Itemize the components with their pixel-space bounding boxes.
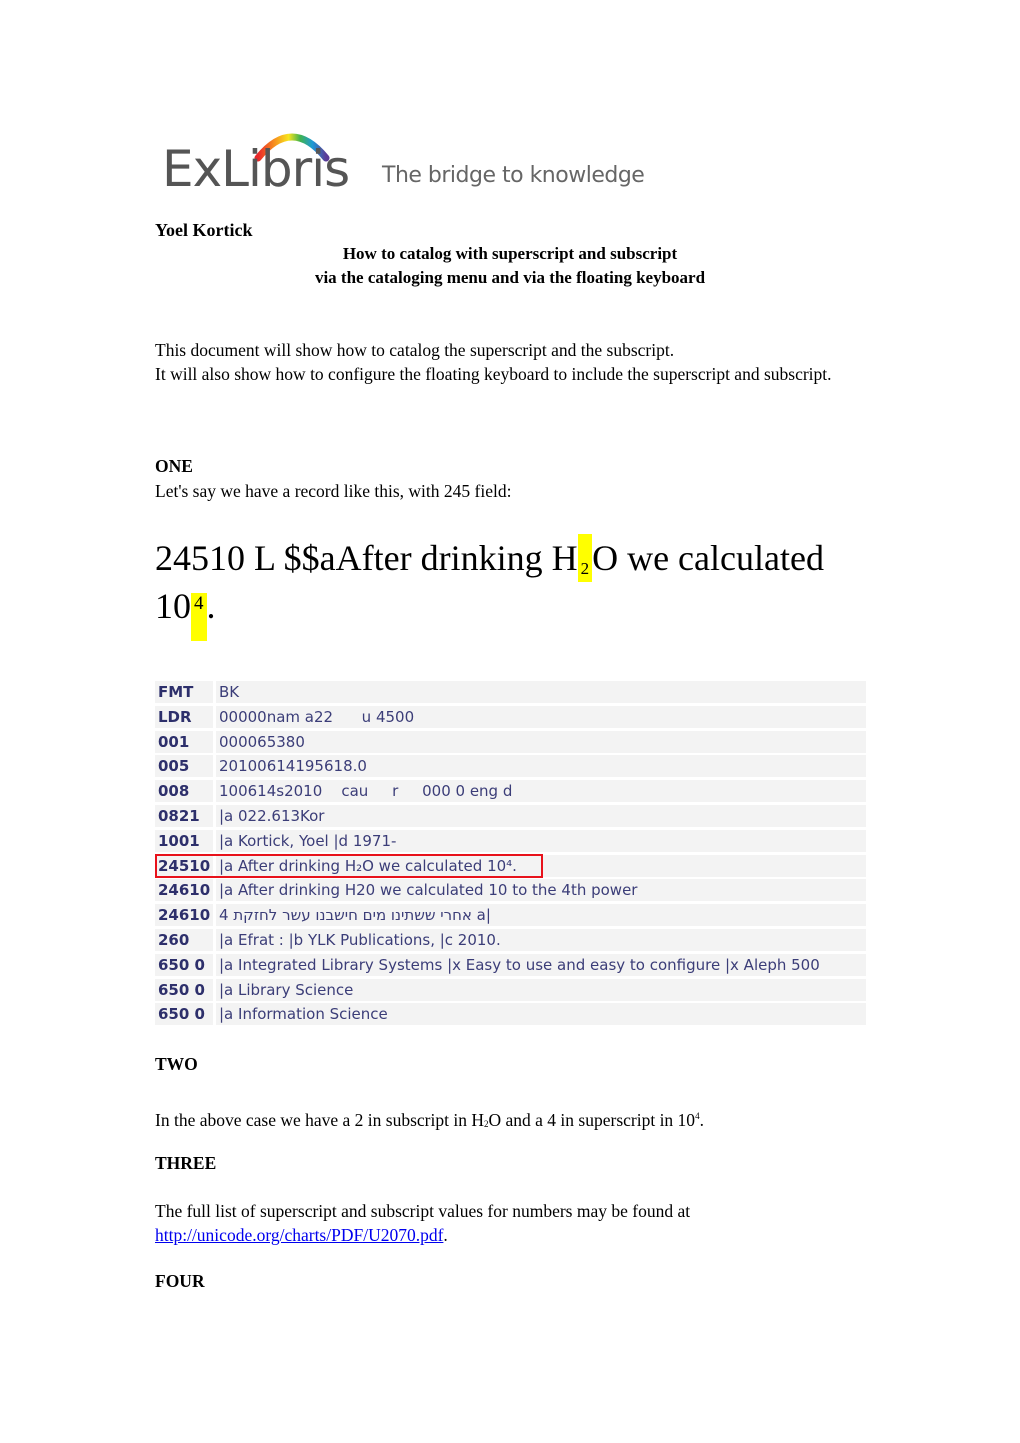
document-title-line1: How to catalog with superscript and subs… xyxy=(342,244,678,263)
logo-tagline: The bridge to knowledge xyxy=(382,163,645,188)
marc-field-row: 650 0 |a Information Science xyxy=(155,1003,866,1026)
intro-line2: It will also show how to configure the f… xyxy=(155,363,832,384)
marc-field-tag: 24610 xyxy=(155,879,213,902)
intro-line1: This document will show how to catalog t… xyxy=(155,340,675,360)
marc-field-value: |a Library Science xyxy=(216,978,866,1001)
unicode-chart-link[interactable]: http://unicode.org/charts/PDF/U2070.pdf xyxy=(155,1225,443,1245)
example-text-line2: 10 xyxy=(155,586,191,626)
section-two-text-part3: . xyxy=(699,1110,704,1130)
section-two-text: In the above case we have a 2 in subscri… xyxy=(155,1105,875,1137)
example-text-middle: O we calculated xyxy=(592,538,824,578)
heading-one: ONE xyxy=(155,456,193,476)
marc-field-row: 008 100614s2010 cau r 000 0 eng d xyxy=(155,780,866,803)
example-text-start: 24510 L $$aAfter drinking H xyxy=(155,538,578,578)
superscript-highlight: 4 xyxy=(191,593,207,641)
marc-field-row: 650 0 |a Integrated Library Systems |x Ea… xyxy=(155,953,866,976)
marc-field-value: |a 022.613Kor xyxy=(216,804,866,827)
marc-field-value: |a Efrat : |b YLK Publications, |c 2010. xyxy=(216,928,866,951)
marc-field-value: 000065380 xyxy=(216,730,866,753)
marc-field-value: 20100614195618.0 xyxy=(216,755,866,778)
marc-field-row: 1001 |a Kortick, Yoel |d 1971- xyxy=(155,829,866,852)
example-text-end: . xyxy=(206,586,216,626)
subscript-highlight: 2 xyxy=(577,534,593,582)
marc-field-tag: 260 xyxy=(155,928,213,951)
marc-field-tag: 008 xyxy=(155,780,213,803)
marc-field-value: |a Kortick, Yoel |d 1971- xyxy=(216,829,866,852)
marc-field-tag: 650 0 xyxy=(155,978,213,1001)
marc-field-row: 650 0 |a Library Science xyxy=(155,978,866,1001)
marc-field-row: 24610 4 אחרי ששתינו מים חישבנו עשר לחזקת … xyxy=(155,904,866,927)
document-title-line2: via the cataloging menu and via the floa… xyxy=(314,268,706,287)
marc-field-row: LDR 00000nam a22 u 4500 xyxy=(155,705,866,728)
section-three-text: The full list of superscript and subscri… xyxy=(155,1200,875,1247)
marc-field-value: 4 אחרי ששתינו מים חישבנו עשר לחזקת a| xyxy=(216,904,866,927)
logo-brand-name: ExLibris xyxy=(162,140,350,198)
marc-field-value: BK xyxy=(216,681,866,703)
marc-field-value: |a Integrated Library Systems |x Easy to… xyxy=(216,953,866,976)
marc-field-tag: 650 0 xyxy=(155,1003,213,1026)
section-three-period: . xyxy=(443,1224,448,1245)
marc-field-tag: 24610 xyxy=(155,904,213,927)
section-three-sentence: The full list of superscript and subscri… xyxy=(155,1201,691,1221)
author-name: Yoel Kortick xyxy=(155,220,253,240)
marc-field-tag: FMT xyxy=(155,681,213,703)
marc-field-tag: 0821 xyxy=(155,804,213,827)
marc-field-row: 005 20100614195618.0 xyxy=(155,755,866,778)
intro-paragraph: This document will show how to catalog t… xyxy=(155,339,875,386)
marc-field-tag: 005 xyxy=(155,755,213,778)
heading-three: THREE xyxy=(155,1153,217,1173)
example-245-field: 24510 L $$aAfter drinking H 2O we calcula… xyxy=(155,534,875,641)
marc-field-value: 100614s2010 cau r 000 0 eng d xyxy=(216,780,866,803)
highlight-box-24510 xyxy=(155,854,543,878)
marc-field-row: FMT BK xyxy=(155,681,866,703)
marc-field-row: 0821 |a 022.613Kor xyxy=(155,804,866,827)
section-two-text-part2: O and a 4 in superscript in 10 xyxy=(488,1110,696,1130)
section-two-text-part1: In the above case we have a 2 in subscri… xyxy=(155,1110,484,1130)
marc-field-tag: 001 xyxy=(155,730,213,753)
marc-field-value: |a After drinking H20 we calculated 10 t… xyxy=(216,879,866,902)
marc-field-row: 260 |a Efrat : |b YLK Publications, |c 20… xyxy=(155,928,866,951)
marc-field-value: |a Information Science xyxy=(216,1003,866,1026)
marc-field-row: 001 000065380 xyxy=(155,730,866,753)
marc-field-row: 24610 |a After drinking H20 we calculated… xyxy=(155,879,866,902)
heading-four: FOUR xyxy=(155,1271,205,1291)
section-one-text: Let's say we have a record like this, wi… xyxy=(155,481,512,501)
exlibris-logo: ExLibris The bridge to knowledge xyxy=(160,122,650,202)
marc-field-tag: LDR xyxy=(155,705,213,728)
marc-field-value: 00000nam a22 u 4500 xyxy=(216,705,866,728)
marc-field-tag: 1001 xyxy=(155,829,213,852)
marc-field-tag: 650 0 xyxy=(155,953,213,976)
heading-two: TWO xyxy=(155,1054,198,1074)
